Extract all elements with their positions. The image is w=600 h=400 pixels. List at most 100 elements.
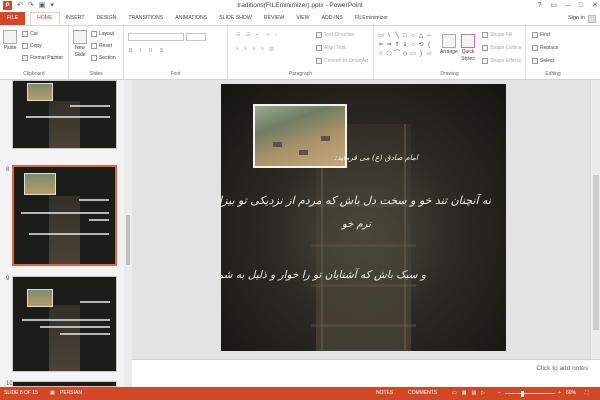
shape-option-11[interactable]: ○: [409, 41, 417, 49]
shape-option-5[interactable]: △: [417, 32, 425, 40]
minimize-button[interactable]: –: [566, 0, 570, 11]
slide-thumbnail-7[interactable]: [12, 80, 117, 149]
section-button[interactable]: Section: [91, 55, 116, 61]
shape-option-9[interactable]: ⇑: [393, 41, 401, 49]
help-button[interactable]: ?: [537, 0, 541, 11]
layout-button[interactable]: Layout: [91, 31, 114, 37]
zoom-level[interactable]: 60%: [566, 387, 576, 400]
shape-option-17[interactable]: ◇: [401, 50, 409, 58]
reset-button[interactable]: Reset: [91, 43, 112, 49]
shape-option-16[interactable]: ⌒: [393, 50, 401, 58]
shape-option-19[interactable]: }: [417, 50, 425, 58]
comments-toggle-button[interactable]: COMMENTS: [408, 387, 437, 400]
zoom-out-button[interactable]: –: [498, 387, 501, 400]
notes-toggle-button[interactable]: NOTES: [376, 387, 393, 400]
tab-add-ins[interactable]: ADD-INS: [315, 12, 348, 25]
avatar[interactable]: [588, 14, 596, 23]
replace-button[interactable]: Replace: [532, 45, 558, 51]
align-text-button[interactable]: Align Text: [316, 45, 346, 51]
format-painter-button[interactable]: Format Painter: [22, 55, 63, 61]
slide-background-sleeper: [311, 284, 416, 287]
slide-thumbnail-8[interactable]: [12, 165, 117, 266]
slide-text-line-2[interactable]: نه آنچنان تند خو و سخت دل باش که مردم از…: [221, 194, 491, 207]
find-button[interactable]: Find: [532, 32, 550, 38]
sign-in-area: Sign in: [568, 12, 596, 25]
ribbon-display-button[interactable]: ▭: [550, 0, 557, 11]
tab-design[interactable]: DESIGN: [91, 12, 123, 25]
shape-fill-button[interactable]: Shape Fill: [482, 32, 512, 38]
tab-file[interactable]: FILE: [0, 12, 25, 25]
tab-transitions[interactable]: TRANSITIONS: [122, 12, 169, 25]
editor-scroll-handle[interactable]: [593, 175, 599, 330]
text-direction-button[interactable]: Text Direction: [316, 32, 354, 38]
shape-option-13[interactable]: {: [425, 41, 433, 49]
tab-animations[interactable]: ANIMATIONS: [169, 12, 213, 25]
quick-styles-button[interactable]: Quick Styles: [461, 34, 475, 62]
slide-text-line-4[interactable]: و سبک باش که آشنایان تو را خوار و ذلیل ب…: [221, 269, 426, 281]
effects-icon: [482, 58, 488, 64]
new-slide-button[interactable]: New Slide: [73, 30, 87, 58]
shape-option-14[interactable]: ☆: [377, 50, 385, 58]
thumbnail-scrollbar[interactable]: [124, 80, 132, 387]
shape-effects-button[interactable]: Shape Effects: [482, 58, 521, 64]
select-button[interactable]: Select: [532, 58, 554, 64]
shape-option-12[interactable]: ⟲: [417, 41, 425, 49]
shape-option-4[interactable]: ○: [409, 32, 417, 40]
zoom-slider-handle[interactable]: [521, 391, 524, 397]
view-buttons[interactable]: ▭▦▤▷: [452, 387, 490, 400]
shape-option-20[interactable]: ▱: [425, 50, 433, 58]
slide-text-line-3[interactable]: نرم خو: [342, 219, 371, 230]
slide-text-line-1[interactable]: امام صادق (ع) می فرماید:: [334, 153, 418, 162]
shape-outline-button[interactable]: Shape Outline: [482, 45, 522, 51]
arrange-button[interactable]: Arrange: [440, 34, 458, 55]
shape-option-15[interactable]: ⬡: [385, 50, 393, 58]
shape-option-10[interactable]: ⇓: [401, 41, 409, 49]
paste-button[interactable]: Paste: [3, 30, 17, 51]
convert-smartart-button[interactable]: Convert to SmartArt: [316, 58, 368, 64]
shapes-gallery[interactable]: ▭ \ ╲ □ ○ △ ⌐ ⇐ ⇒ ⇑ ⇓ ○ ⟲{☆ ⬡ ⌒ ◇ ▭} ▱: [377, 32, 435, 66]
thumbnail-text-line: [60, 333, 110, 335]
replace-label: Replace: [540, 45, 559, 51]
editor-scrollbar[interactable]: [590, 80, 600, 359]
shape-option-3[interactable]: □: [401, 32, 409, 40]
shape-option-2[interactable]: ╲: [393, 32, 401, 40]
close-button[interactable]: ✕: [592, 0, 598, 11]
tab-slide-show[interactable]: SLIDE SHOW: [213, 12, 258, 25]
tab-view[interactable]: VIEW: [290, 12, 315, 25]
fit-slide-icon[interactable]: ⛶: [585, 387, 589, 400]
language-indicator[interactable]: PERSIAN: [60, 387, 82, 400]
smartart-icon: [316, 58, 322, 64]
zoom-in-button[interactable]: +: [558, 387, 561, 400]
tab-home[interactable]: HOME: [30, 12, 60, 25]
tab-fileminimizer[interactable]: FILEminimizer: [349, 12, 394, 25]
copy-button[interactable]: Copy: [22, 43, 42, 49]
cemetery-photo[interactable]: [253, 104, 347, 168]
thumbnail-scroll-handle[interactable]: [126, 215, 130, 265]
shape-option-7[interactable]: ⇐: [377, 41, 385, 49]
shape-option-1[interactable]: \: [385, 32, 393, 40]
spellcheck-icon[interactable]: ▣: [50, 387, 55, 400]
tab-review[interactable]: REVIEW: [258, 12, 290, 25]
select-label: Select: [540, 58, 554, 64]
font-format-buttons[interactable]: B I U S: [129, 48, 166, 54]
current-slide[interactable]: امام صادق (ع) می فرماید: نه آنچنان تند خ…: [221, 84, 506, 351]
slide-thumbnail-9[interactable]: [12, 276, 117, 372]
shape-option-0[interactable]: ▭: [377, 32, 385, 40]
shape-option-6[interactable]: ⌐: [425, 32, 433, 40]
align-buttons[interactable]: ≡ ≡ ≡ ≡ ▥: [236, 46, 276, 52]
sign-in-link[interactable]: Sign in: [568, 12, 585, 25]
list-buttons[interactable]: ☰ ☰ ⇤ ⇥ ↕: [236, 32, 279, 38]
slide-counter: SLIDE 8 OF 15: [4, 390, 38, 396]
font-name-box[interactable]: [128, 33, 184, 41]
notes-placeholder[interactable]: Click to add notes: [536, 365, 588, 372]
ribbon-tabs: HOME INSERT DESIGN TRANSITIONS ANIMATION…: [30, 12, 394, 25]
notes-pane[interactable]: Click to add notes: [132, 359, 600, 387]
font-size-box[interactable]: [186, 33, 206, 41]
maximize-button[interactable]: □: [579, 0, 583, 11]
cut-button[interactable]: Cut: [22, 31, 38, 37]
ribbon-home: Paste Cut Copy Format Painter Clipboard …: [0, 25, 600, 80]
shape-option-8[interactable]: ⇒: [385, 41, 393, 49]
tab-insert[interactable]: INSERT: [60, 12, 91, 25]
zoom-slider-track[interactable]: [505, 393, 555, 394]
shape-option-18[interactable]: ▭: [409, 50, 417, 58]
